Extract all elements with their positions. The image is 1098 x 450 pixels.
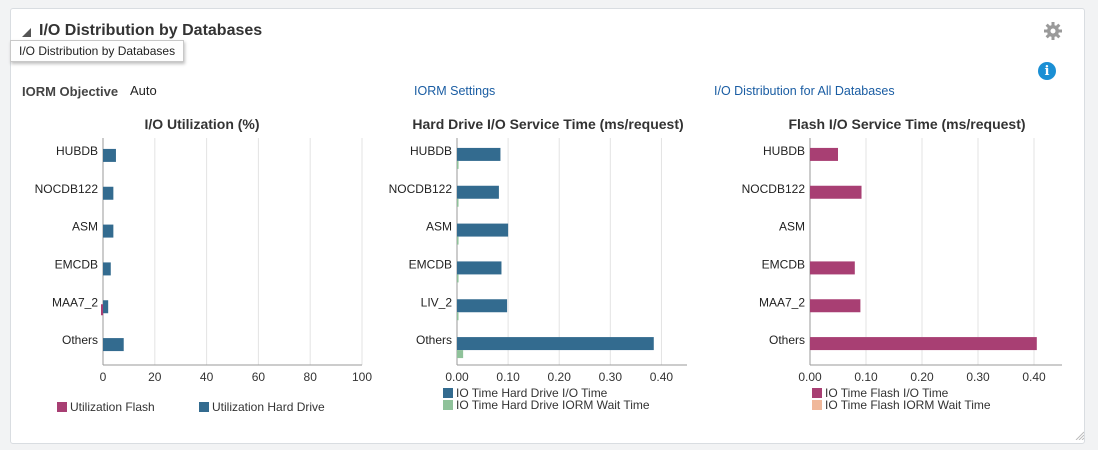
category-label: EMCDB xyxy=(409,257,452,271)
category-label: EMCDB xyxy=(55,257,98,271)
legend-swatch xyxy=(57,402,67,412)
legend-swatch xyxy=(443,388,453,398)
charts-area: I/O Utilization (%) 0 20 40 60 80 100 HUBDB NOCD… xyxy=(35,116,1062,414)
bar-io-time-hard-drive-i-o-time xyxy=(457,337,654,351)
category-label: NOCDB122 xyxy=(389,182,453,196)
category-label: HUBDB xyxy=(763,144,805,158)
chart-title: Hard Drive I/O Service Time (ms/request) xyxy=(412,116,683,132)
bar-io-time-hard-drive-i-o-time xyxy=(457,299,508,313)
x-tick-label: 0.10 xyxy=(854,370,878,384)
x-tick-label: 100 xyxy=(352,370,372,384)
bar-utilization-hard-drive xyxy=(103,186,114,200)
category-label: HUBDB xyxy=(56,144,98,158)
category-label: ASM xyxy=(779,220,805,234)
x-tick-label: 0.00 xyxy=(445,370,469,384)
bar-io-time-hard-drive-i-o-time xyxy=(457,185,499,199)
bar-utilization-hard-drive xyxy=(103,262,111,276)
category-label: Others xyxy=(62,333,98,347)
x-tick-label: 0.10 xyxy=(496,370,520,384)
legend-label: IO Time Flash IORM Wait Time xyxy=(825,398,991,412)
resize-handle[interactable] xyxy=(1074,430,1084,440)
bar-io-time-hard-drive-iorm-wait-time xyxy=(457,236,459,245)
bar-utilization-flash xyxy=(101,304,104,316)
bar-io-time-flash-i-o-time xyxy=(810,299,861,313)
x-tick-label: 0.00 xyxy=(798,370,822,384)
category-label: Others xyxy=(416,333,452,347)
chart-title: Flash I/O Service Time (ms/request) xyxy=(788,116,1025,132)
legend-swatch xyxy=(199,402,209,412)
category-label: NOCDB122 xyxy=(35,182,99,196)
bar-io-time-hard-drive-i-o-time xyxy=(457,147,501,161)
category-label: HUBDB xyxy=(410,144,452,158)
legend-swatch xyxy=(443,400,453,410)
x-tick-label: 80 xyxy=(304,370,318,384)
x-tick-label: 0.40 xyxy=(1022,370,1046,384)
bar-io-time-flash-i-o-time xyxy=(810,337,1037,351)
legend-label: Utilization Flash xyxy=(70,400,155,414)
category-label: MAA7_2 xyxy=(759,295,805,309)
x-tick-label: 40 xyxy=(200,370,214,384)
legend-label: Utilization Hard Drive xyxy=(212,400,325,414)
category-label: NOCDB122 xyxy=(742,182,806,196)
category-label: LIV_2 xyxy=(421,295,453,309)
legend-swatch xyxy=(812,388,822,398)
bar-io-time-hard-drive-iorm-wait-time xyxy=(457,160,459,169)
x-tick-label: 0.20 xyxy=(910,370,934,384)
bar-io-time-flash-i-o-time xyxy=(810,147,838,161)
bar-io-time-hard-drive-i-o-time xyxy=(457,223,509,237)
bar-io-time-hard-drive-iorm-wait-time xyxy=(457,274,459,283)
category-label: MAA7_2 xyxy=(52,295,98,309)
bar-io-time-hard-drive-i-o-time xyxy=(457,261,502,275)
bar-utilization-hard-drive xyxy=(103,338,124,352)
legend-label: IO Time Hard Drive IORM Wait Time xyxy=(456,398,650,412)
x-tick-label: 0.30 xyxy=(966,370,990,384)
x-tick-label: 0.30 xyxy=(599,370,623,384)
bar-io-time-hard-drive-iorm-wait-time xyxy=(457,312,459,321)
bar-utilization-hard-drive xyxy=(103,148,116,162)
bar-utilization-hard-drive xyxy=(103,300,109,314)
bar-io-time-hard-drive-iorm-wait-time xyxy=(457,350,464,359)
category-label: ASM xyxy=(72,220,98,234)
x-tick-label: 0.40 xyxy=(650,370,674,384)
bar-utilization-hard-drive xyxy=(103,224,114,238)
category-label: Others xyxy=(769,333,805,347)
chart-title: I/O Utilization (%) xyxy=(144,116,259,132)
bar-io-time-hard-drive-iorm-wait-time xyxy=(457,198,459,207)
x-tick-label: 60 xyxy=(252,370,266,384)
bar-io-time-flash-i-o-time xyxy=(810,185,862,199)
category-label: EMCDB xyxy=(762,257,805,271)
bar-io-time-flash-i-o-time xyxy=(810,261,855,275)
category-label: ASM xyxy=(426,220,452,234)
x-tick-label: 0 xyxy=(100,370,107,384)
x-tick-label: 0.20 xyxy=(548,370,572,384)
legend-swatch xyxy=(812,400,822,410)
x-tick-label: 20 xyxy=(148,370,162,384)
